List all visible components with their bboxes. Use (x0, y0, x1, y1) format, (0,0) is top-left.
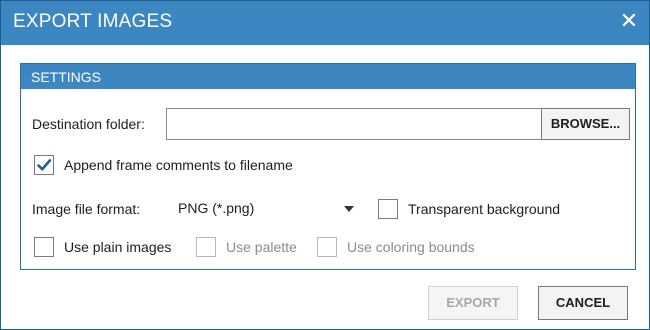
use-palette-checkbox[interactable] (196, 237, 216, 257)
coloring-bounds-checkbox[interactable] (317, 237, 337, 257)
checkmark-icon (37, 159, 52, 171)
settings-header: SETTINGS (21, 64, 635, 89)
destination-folder-label: Destination folder: (32, 116, 145, 132)
export-button[interactable]: EXPORT (428, 286, 518, 320)
settings-header-label: SETTINGS (31, 69, 102, 85)
image-format-value: PNG (*.png) (178, 200, 255, 216)
use-palette-label: Use palette (226, 239, 297, 255)
destination-folder-input[interactable] (166, 108, 558, 140)
transparent-background-checkbox[interactable] (378, 199, 398, 219)
append-comments-checkbox[interactable] (34, 155, 54, 175)
transparent-background-label: Transparent background (408, 201, 561, 217)
export-images-dialog: EXPORT IMAGES ✕ SETTINGS Destination fol… (0, 0, 650, 330)
dialog-title: EXPORT IMAGES (13, 11, 173, 32)
dropdown-arrow-icon (344, 206, 354, 212)
image-format-label: Image file format: (32, 201, 141, 217)
settings-group: SETTINGS Destination folder: BROWSE... A… (20, 63, 636, 270)
plain-images-checkbox[interactable] (34, 237, 54, 257)
close-icon[interactable]: ✕ (619, 10, 639, 32)
title-bar: EXPORT IMAGES ✕ (1, 1, 649, 45)
coloring-bounds-label: Use coloring bounds (347, 239, 475, 255)
cancel-button[interactable]: CANCEL (538, 286, 628, 320)
append-comments-label: Append frame comments to filename (64, 157, 293, 173)
plain-images-label: Use plain images (64, 239, 172, 255)
image-format-select[interactable]: PNG (*.png) (166, 193, 364, 225)
browse-button[interactable]: BROWSE... (541, 108, 630, 140)
